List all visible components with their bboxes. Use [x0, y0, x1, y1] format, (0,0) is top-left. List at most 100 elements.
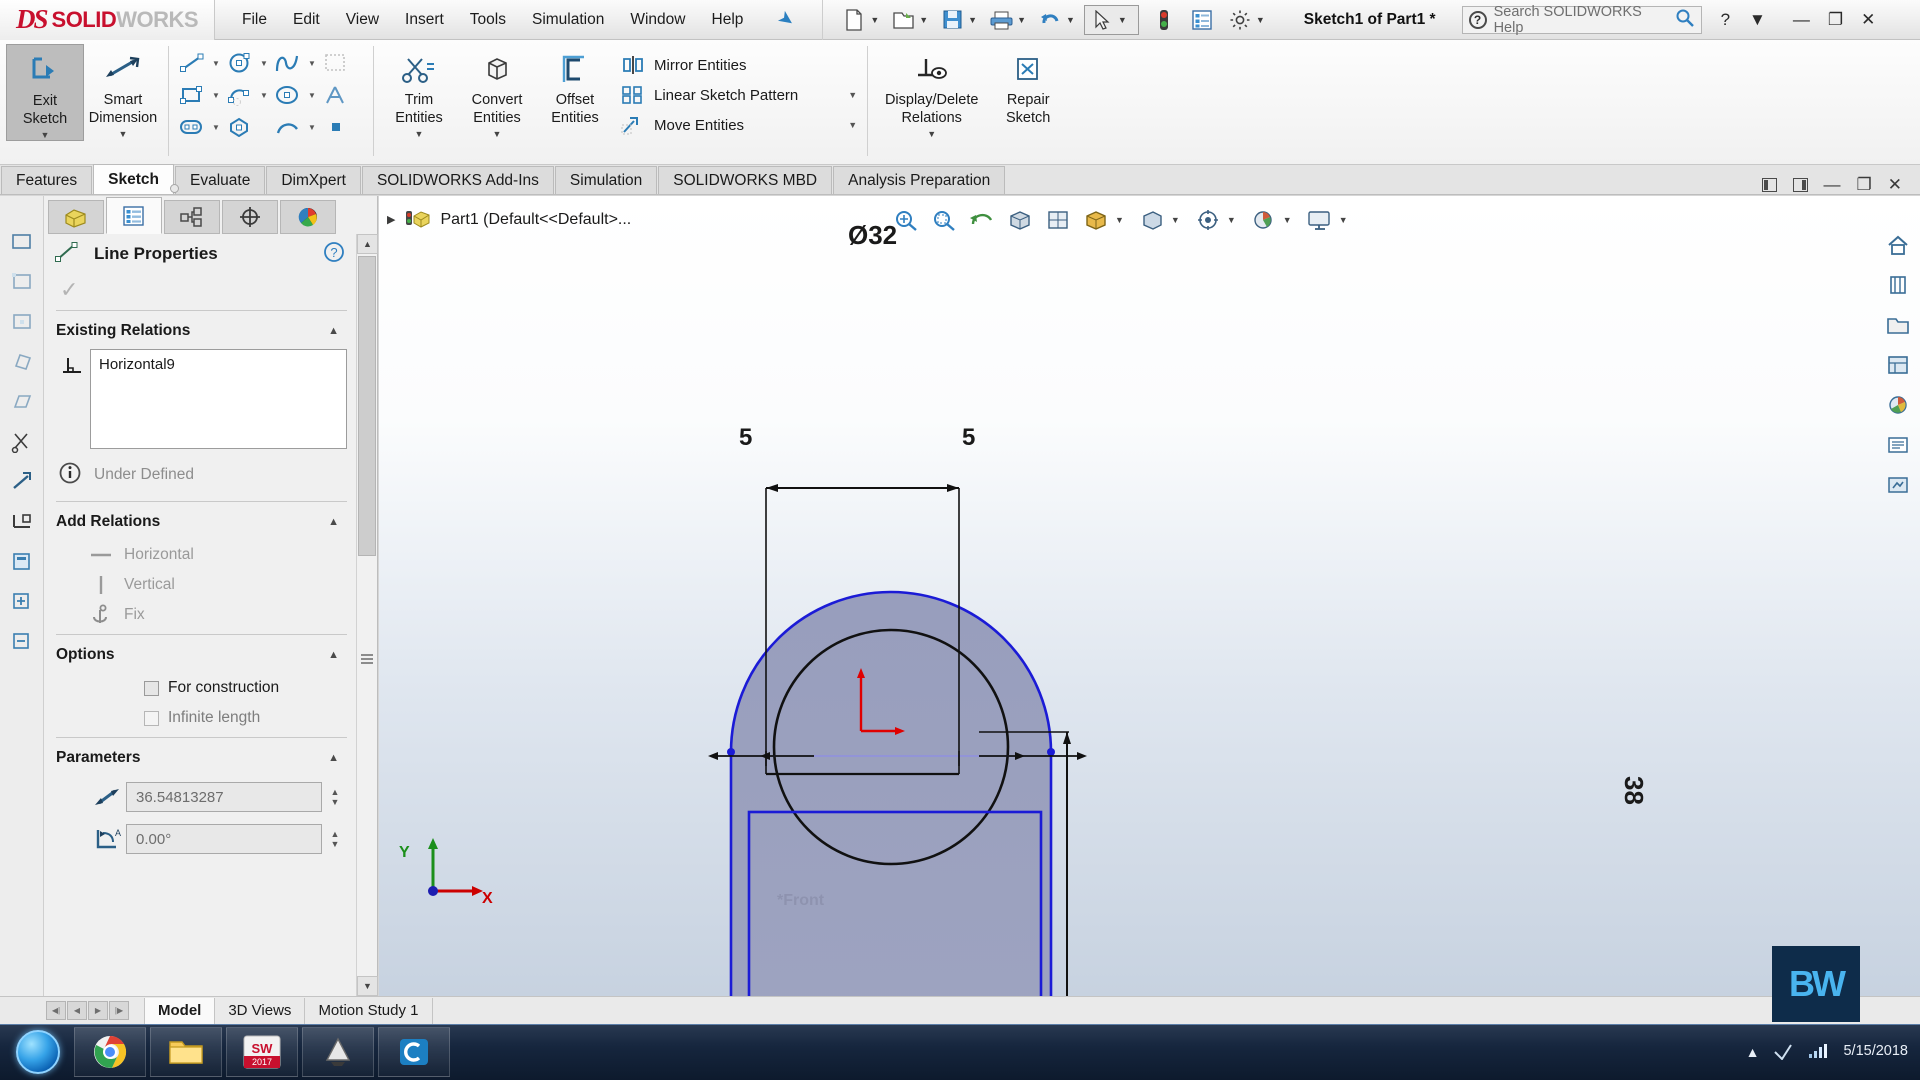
- parameters-header[interactable]: Parameters ▲: [48, 738, 355, 776]
- arc-caret[interactable]: ▼: [305, 123, 319, 132]
- select-cursor-caret[interactable]: ▼: [1118, 15, 1127, 25]
- tab-model[interactable]: Model: [144, 997, 216, 1024]
- list-item[interactable]: Horizontal9: [99, 356, 338, 373]
- rail-trim-icon[interactable]: [0, 422, 44, 462]
- menu-edit[interactable]: Edit: [280, 5, 333, 35]
- pin-right-panel-icon[interactable]: [1792, 178, 1808, 192]
- help-caret[interactable]: ▼: [1740, 10, 1775, 30]
- select-cursor-button[interactable]: ▼: [1083, 4, 1139, 35]
- display-manager-tab[interactable]: [280, 200, 336, 234]
- rail-remove-relation-icon[interactable]: [0, 622, 44, 662]
- menu-simulation[interactable]: Simulation: [519, 5, 617, 35]
- exit-sketch-caret[interactable]: ▼: [41, 130, 50, 140]
- menu-view[interactable]: View: [333, 5, 392, 35]
- scroll-thumb[interactable]: [358, 256, 376, 556]
- smart-dimension-caret[interactable]: ▼: [119, 129, 128, 139]
- linear-sketch-pattern-caret[interactable]: ▼: [798, 90, 857, 100]
- menu-tools[interactable]: Tools: [457, 5, 519, 35]
- rail-display-relations-icon[interactable]: [0, 542, 44, 582]
- rail-add-relation-icon[interactable]: [0, 582, 44, 622]
- sketch-tool-point[interactable]: [319, 112, 367, 142]
- for-construction-checkbox[interactable]: [144, 680, 159, 696]
- prev-tab-button[interactable]: ◀: [67, 1001, 87, 1020]
- settings-gear-icon[interactable]: [1225, 5, 1255, 35]
- tab-nav-buttons[interactable]: ◀| ◀ ▶ |▶: [46, 1001, 130, 1020]
- slot-caret[interactable]: ▼: [209, 123, 223, 132]
- tab-solidworks-add-ins[interactable]: SOLIDWORKS Add-Ins: [361, 166, 554, 194]
- ellipse-caret[interactable]: ▼: [305, 91, 319, 100]
- trim-entities-button[interactable]: Trim Entities ▼: [380, 44, 458, 139]
- option-infinite-length[interactable]: Infinite length: [48, 703, 355, 733]
- windows-start-orb[interactable]: [6, 1027, 70, 1077]
- sketch-tool-sketch-pattern[interactable]: [319, 48, 367, 78]
- tab-analysis-preparation[interactable]: Analysis Preparation: [833, 166, 1006, 194]
- options-list-icon[interactable]: [1187, 5, 1217, 35]
- scroll-up-button[interactable]: ▲: [357, 234, 378, 254]
- length-input[interactable]: 36.54813287: [126, 782, 322, 812]
- last-tab-button[interactable]: |▶: [109, 1001, 129, 1020]
- open-document-caret[interactable]: ▼: [919, 15, 928, 25]
- rail-parallelogram-icon[interactable]: [0, 382, 44, 422]
- sketch-tool-line[interactable]: ▼: [175, 48, 223, 78]
- help-circle-icon[interactable]: ?: [323, 241, 355, 267]
- sketch-canvas[interactable]: [379, 196, 1920, 996]
- sketch-tool-ellipse[interactable]: ▼: [271, 80, 319, 110]
- sketch-tool-rectangle[interactable]: ▼: [175, 80, 223, 110]
- existing-relations-chevron-icon[interactable]: ▲: [328, 325, 339, 337]
- sketch-tool-slot[interactable]: ▼: [175, 112, 223, 142]
- move-entities-button[interactable]: Move Entities ▼: [614, 110, 861, 140]
- search-input[interactable]: ? Search SOLIDWORKS Help: [1461, 4, 1702, 36]
- rebuild-icon[interactable]: [1149, 5, 1179, 35]
- length-stepper[interactable]: ▲ ▼: [325, 782, 345, 812]
- profile-point-right[interactable]: [1047, 748, 1055, 756]
- network-icon[interactable]: [1773, 1042, 1793, 1063]
- menu-insert[interactable]: Insert: [392, 5, 457, 35]
- sketch-tool-circle[interactable]: ▼: [223, 48, 271, 78]
- tab-dimxpert[interactable]: DimXpert: [266, 166, 361, 194]
- next-tab-button[interactable]: ▶: [88, 1001, 108, 1020]
- close-button[interactable]: ✕: [1852, 10, 1884, 30]
- rail-center-rectangle-icon[interactable]: [0, 302, 44, 342]
- menu-help[interactable]: Help: [699, 5, 757, 35]
- solidworks-2017-icon[interactable]: SW 2017: [226, 1027, 298, 1077]
- document-restore-button[interactable]: ❐: [1857, 175, 1872, 195]
- angle-stepper[interactable]: ▲ ▼: [325, 824, 345, 854]
- tab-3d-views[interactable]: 3D Views: [215, 997, 306, 1024]
- help-button[interactable]: ?: [1712, 10, 1739, 30]
- property-manager-scrollbar[interactable]: ▲ ▼: [356, 234, 378, 996]
- repair-sketch-button[interactable]: Repair Sketch: [989, 44, 1067, 126]
- configuration-manager-tab[interactable]: [164, 200, 220, 234]
- rail-sketch-icon[interactable]: [0, 502, 44, 542]
- rail-smart-dimension-icon[interactable]: [0, 462, 44, 502]
- pin-icon[interactable]: ➤: [773, 6, 799, 34]
- parameters-chevron-icon[interactable]: ▲: [328, 752, 339, 764]
- diameter-dimension-value[interactable]: Ø32: [848, 220, 897, 251]
- left-offset-dimension-value[interactable]: 5: [739, 424, 752, 452]
- options-chevron-icon[interactable]: ▲: [328, 649, 339, 661]
- line-caret[interactable]: ▼: [209, 59, 223, 68]
- rail-rectangle-icon[interactable]: [0, 222, 44, 262]
- feature-manager-tab[interactable]: [48, 200, 104, 234]
- print-caret[interactable]: ▼: [1017, 15, 1026, 25]
- convert-entities-button[interactable]: Convert Entities ▼: [458, 44, 536, 139]
- exit-sketch-button[interactable]: Exit Sketch ▼: [6, 44, 84, 142]
- tab-sketch[interactable]: Sketch: [93, 164, 175, 194]
- move-entities-caret[interactable]: ▼: [798, 120, 857, 130]
- graphics-area[interactable]: ▶ Part1 (Default<<Default>... ▼ ▼ ▼ ▼ ▼: [379, 196, 1920, 996]
- rail-3point-rectangle-icon[interactable]: [0, 342, 44, 382]
- trim-entities-caret[interactable]: ▼: [415, 129, 424, 139]
- existing-relations-list[interactable]: Horizontal9: [90, 349, 347, 449]
- sketch-tool-polygon-arc[interactable]: ▼: [223, 80, 271, 110]
- add-relation-fix[interactable]: Fix: [48, 600, 355, 630]
- add-relation-vertical[interactable]: Vertical: [48, 570, 355, 600]
- first-tab-button[interactable]: ◀|: [46, 1001, 66, 1020]
- sketch-tool-text[interactable]: [319, 80, 367, 110]
- height-dimension-value[interactable]: 38: [1618, 776, 1649, 805]
- polygon-arc-caret[interactable]: ▼: [257, 91, 271, 100]
- add-relation-horizontal[interactable]: Horizontal: [48, 540, 355, 570]
- document-minimize-button[interactable]: —: [1824, 175, 1841, 195]
- rectangle-caret[interactable]: ▼: [209, 91, 223, 100]
- menu-file[interactable]: File: [229, 5, 280, 35]
- dimxpert-manager-tab[interactable]: [222, 200, 278, 234]
- mirror-entities-button[interactable]: Mirror Entities: [614, 50, 861, 80]
